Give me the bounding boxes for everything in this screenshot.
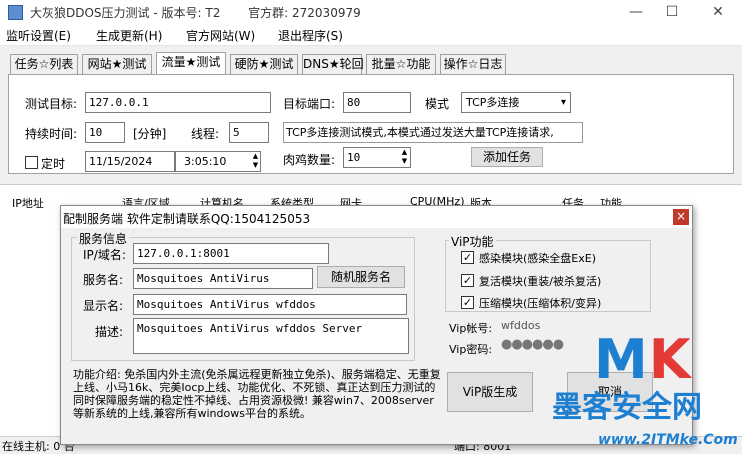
watermark-cn: 墨客安全网 xyxy=(552,390,702,425)
menu-bar: 监听设置(E) 生成更新(H) 官方网站(W) 退出程序(S) xyxy=(0,24,742,46)
maximize-button[interactable]: ☐ xyxy=(658,2,686,22)
dialog-close-button[interactable]: × xyxy=(673,209,689,225)
time-picker[interactable]: 3:05:10 xyxy=(175,151,261,172)
menu-official-site[interactable]: 官方网站(W) xyxy=(186,27,255,44)
app-icon xyxy=(8,5,23,20)
display-name-label: 显示名: xyxy=(83,299,124,313)
compress-module-checkbox[interactable]: ✓ xyxy=(461,296,474,309)
tab-traffic-test[interactable]: 流量★测试 xyxy=(156,52,226,74)
menu-exit[interactable]: 退出程序(S) xyxy=(278,27,343,44)
mode-label: 模式 xyxy=(425,97,450,111)
spin-arrows-icon[interactable]: ▲ ▼ xyxy=(251,152,260,170)
port-input[interactable]: 80 xyxy=(343,92,411,113)
window-title: 大灰狼DDOS压力测试 - 版本号: T2 官方群: 272030979 xyxy=(30,4,361,21)
feature-intro: 功能介绍: 免杀国内外主流(免杀属远程更新独立免杀)、服务端稳定、无重复上线、小… xyxy=(73,368,441,420)
tab-batch-functions[interactable]: 批量☆功能 xyxy=(366,54,436,74)
infect-module-checkbox[interactable]: ✓ xyxy=(461,251,474,264)
vip-password-value[interactable]: ●●●●●● xyxy=(501,337,564,352)
date-picker[interactable]: 11/15/2024 xyxy=(85,151,175,172)
watermark-logo: MK xyxy=(594,332,692,388)
service-name-input[interactable]: Mosquitoes AntiVirus xyxy=(133,268,313,289)
vip-account-value[interactable]: wfddos xyxy=(501,319,540,332)
watermark-url: www.2ITMke.Com xyxy=(598,432,738,448)
service-info-title: 服务信息 xyxy=(77,230,130,247)
tab-task-list[interactable]: 任务☆列表 xyxy=(10,54,78,74)
random-service-name-button[interactable]: 随机服务名 xyxy=(317,266,405,288)
spin-arrows-icon[interactable]: ▲ ▼ xyxy=(400,148,409,166)
description-label: 描述: xyxy=(95,325,124,339)
date-value: 11/15/2024 xyxy=(89,155,153,168)
threads-input[interactable]: 5 xyxy=(229,122,269,143)
traffic-test-panel: 测试目标: 127.0.0.1 目标端口: 80 模式 TCP多连接 ▾ 持续时… xyxy=(8,74,734,174)
window-title-text: 大灰狼DDOS压力测试 - 版本号: T2 xyxy=(30,6,221,20)
mode-select-value: TCP多连接 xyxy=(466,96,520,109)
target-label: 测试目标: xyxy=(25,97,78,111)
compress-module-label: 压缩模块(压缩体积/变异) xyxy=(479,297,602,310)
watermark-m: M xyxy=(594,328,649,391)
ip-label: IP/域名: xyxy=(83,248,126,262)
service-name-label: 服务名: xyxy=(83,273,124,287)
menu-generate-update[interactable]: 生成更新(H) xyxy=(96,27,162,44)
port-label: 目标端口: xyxy=(283,97,336,111)
qq-group-label: 官方群: 272030979 xyxy=(248,6,361,20)
col-ip[interactable]: IP地址 xyxy=(12,195,44,211)
bots-label: 肉鸡数量: xyxy=(283,153,336,167)
duration-input[interactable]: 10 xyxy=(85,122,125,143)
add-task-button[interactable]: 添加任务 xyxy=(471,147,543,167)
tab-website-test[interactable]: 网站★测试 xyxy=(82,54,152,74)
dialog-title-bar: 配制服务端 软件定制请联系QQ:1504125053 × xyxy=(61,206,692,228)
vip-password-label: Vip密码: xyxy=(449,343,493,356)
tab-operation-log[interactable]: 操作☆日志 xyxy=(440,54,506,74)
infect-module-label: 感染模块(感染全盘ExE) xyxy=(479,252,596,265)
vip-generate-button[interactable]: ViP版生成 xyxy=(447,372,533,412)
dialog-title: 配制服务端 软件定制请联系QQ:1504125053 xyxy=(63,212,311,226)
vip-account-label: Vip帐号: xyxy=(449,322,493,335)
revive-module-checkbox[interactable]: ✓ xyxy=(461,274,474,287)
target-input[interactable]: 127.0.0.1 xyxy=(85,92,271,113)
mode-description: TCP多连接测试模式,本模式通过发送大量TCP连接请求, xyxy=(283,122,583,143)
timer-label: 定时 xyxy=(41,157,66,171)
vip-group-title: ViP功能 xyxy=(449,233,496,250)
threads-label: 线程: xyxy=(191,127,220,141)
chevron-down-icon: ▾ xyxy=(560,97,566,108)
menu-listen-settings[interactable]: 监听设置(E) xyxy=(6,27,71,44)
tab-dns-cycle[interactable]: DNS★轮回 xyxy=(302,54,364,74)
minimize-button[interactable]: — xyxy=(622,2,650,22)
duration-label: 持续时间: xyxy=(25,127,78,141)
watermark-k: K xyxy=(648,328,692,391)
timer-checkbox[interactable] xyxy=(25,156,38,169)
revive-module-label: 复活模块(重装/被杀复活) xyxy=(479,275,602,288)
duration-unit: [分钟] xyxy=(133,127,167,141)
mode-select[interactable]: TCP多连接 ▾ xyxy=(461,92,571,113)
ip-input[interactable]: 127.0.0.1:8001 xyxy=(133,243,329,264)
time-value: 3:05:10 xyxy=(184,155,227,168)
description-textarea[interactable]: Mosquitoes AntiVirus wfddos Server xyxy=(133,318,409,354)
tab-hardware-defense-test[interactable]: 硬防★测试 xyxy=(230,54,298,74)
close-window-button[interactable]: ✕ xyxy=(704,2,732,22)
display-name-input[interactable]: Mosquitoes AntiVirus wfddos xyxy=(133,294,407,315)
title-bar: 大灰狼DDOS压力测试 - 版本号: T2 官方群: 272030979 — ☐… xyxy=(0,0,742,24)
